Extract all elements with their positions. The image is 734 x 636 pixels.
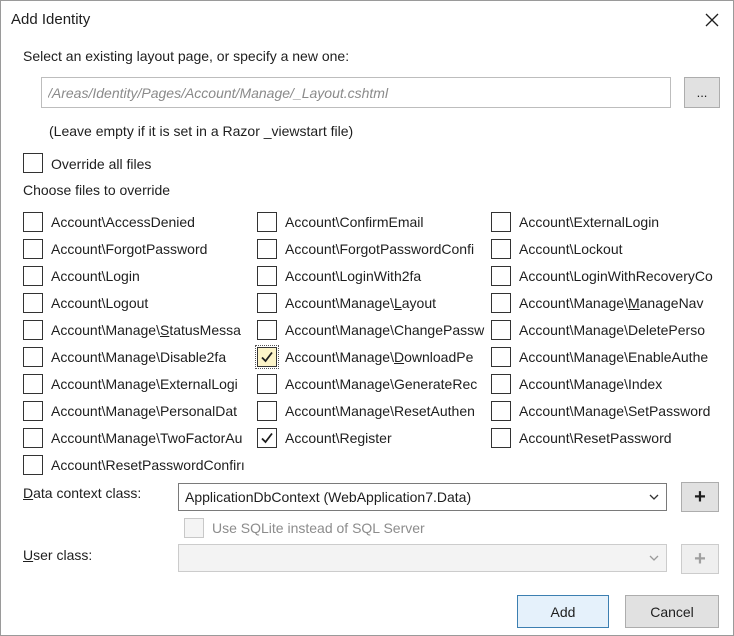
data-context-value: ApplicationDbContext (WebApplication7.Da… — [185, 489, 472, 505]
file-checkbox[interactable] — [491, 374, 511, 394]
user-class-combobox[interactable] — [178, 544, 667, 572]
data-context-label-text: ata context class: — [33, 485, 142, 501]
cancel-button[interactable]: Cancel — [625, 595, 719, 628]
chevron-down-icon — [649, 494, 659, 500]
file-label[interactable]: Account\LoginWith2fa — [285, 268, 489, 284]
file-label[interactable]: Account\Manage\ResetAuthen — [285, 403, 489, 419]
layout-page-input[interactable] — [41, 77, 671, 108]
file-checkbox[interactable] — [491, 428, 511, 448]
file-checkbox[interactable] — [23, 455, 43, 475]
file-checkbox[interactable] — [491, 347, 511, 367]
checkmark-icon — [261, 432, 273, 444]
file-checkbox[interactable] — [257, 374, 277, 394]
add-data-context-button[interactable]: + — [681, 482, 719, 512]
file-label[interactable]: Account\Manage\Index — [519, 376, 719, 392]
file-label[interactable]: Account\ResetPassword — [519, 430, 719, 446]
add-button[interactable]: Add — [517, 595, 609, 628]
file-label[interactable]: Account\ExternalLogin — [519, 214, 719, 230]
file-checkbox[interactable] — [23, 374, 43, 394]
file-checkbox[interactable] — [491, 266, 511, 286]
file-checkbox[interactable] — [23, 428, 43, 448]
file-label[interactable]: Account\Manage\DownloadPe — [285, 349, 489, 365]
file-label[interactable]: Account\ForgotPassword — [51, 241, 255, 257]
file-checkbox[interactable] — [257, 320, 277, 340]
file-checkbox[interactable] — [255, 345, 279, 369]
file-label[interactable]: Account\Manage\TwoFactorAu — [51, 430, 255, 446]
file-label[interactable]: Account\Manage\PersonalDat — [51, 403, 255, 419]
file-checkbox[interactable] — [491, 293, 511, 313]
file-label[interactable]: Account\Manage\StatusMessa — [51, 322, 255, 338]
file-label[interactable]: Account\Login — [51, 268, 255, 284]
file-label[interactable]: Account\Manage\SetPassword — [519, 403, 719, 419]
file-label[interactable]: Account\Manage\ExternalLogi — [51, 376, 255, 392]
file-checkbox[interactable] — [257, 293, 277, 313]
chevron-down-icon — [649, 555, 659, 561]
layout-prompt: Select an existing layout page, or speci… — [23, 48, 350, 64]
file-checkbox[interactable] — [257, 212, 277, 232]
user-class-label-text: ser class: — [33, 547, 93, 563]
file-label[interactable]: Account\Register — [285, 430, 489, 446]
add-user-class-button[interactable]: + — [681, 544, 719, 574]
close-icon — [705, 13, 719, 27]
sqlite-checkbox[interactable] — [184, 518, 204, 538]
file-checkbox[interactable] — [491, 239, 511, 259]
file-label[interactable]: Account\LoginWithRecoveryCo — [519, 268, 719, 284]
file-checkbox[interactable] — [23, 320, 43, 340]
file-checkbox[interactable] — [257, 401, 277, 421]
checkmark-icon — [261, 351, 273, 363]
file-label[interactable]: Account\Manage\Disable2fa — [51, 349, 255, 365]
file-label[interactable]: Account\Manage\Layout — [285, 295, 489, 311]
file-checkbox[interactable] — [257, 428, 277, 448]
dialog-title: Add Identity — [11, 11, 91, 28]
file-label[interactable]: Account\ForgotPasswordConfi — [285, 241, 489, 257]
file-checkbox[interactable] — [257, 239, 277, 259]
file-label[interactable]: Account\ResetPasswordConfirı — [51, 457, 255, 473]
file-checkbox[interactable] — [23, 212, 43, 232]
file-label[interactable]: Account\Manage\EnableAuthe — [519, 349, 719, 365]
file-label[interactable]: Account\AccessDenied — [51, 214, 255, 230]
override-all-label[interactable]: Override all files — [51, 156, 151, 172]
file-checkbox[interactable] — [23, 266, 43, 286]
close-button[interactable] — [697, 5, 727, 35]
sqlite-label: Use SQLite instead of SQL Server — [212, 520, 425, 536]
override-all-checkbox[interactable] — [23, 153, 43, 173]
data-context-combobox[interactable]: ApplicationDbContext (WebApplication7.Da… — [178, 483, 667, 511]
file-label[interactable]: Account\Manage\DeletePerso — [519, 322, 719, 338]
browse-button[interactable]: ... — [684, 77, 720, 108]
title-bar: Add Identity — [1, 1, 733, 39]
files-heading: Choose files to override — [23, 182, 171, 198]
file-checkbox[interactable] — [23, 293, 43, 313]
file-label[interactable]: Account\Manage\ManageNav — [519, 295, 719, 311]
add-identity-dialog: Add Identity Select an existing layout p… — [0, 0, 734, 636]
file-checkbox[interactable] — [491, 401, 511, 421]
file-checkbox[interactable] — [491, 212, 511, 232]
user-class-label: User class: — [23, 547, 93, 563]
file-label[interactable]: Account\Lockout — [519, 241, 719, 257]
data-context-label: Data context class: — [23, 485, 142, 501]
file-label[interactable]: Account\Logout — [51, 295, 255, 311]
file-checkbox[interactable] — [491, 320, 511, 340]
file-label[interactable]: Account\Manage\GenerateRec — [285, 376, 489, 392]
file-checkbox[interactable] — [23, 401, 43, 421]
file-checkbox[interactable] — [23, 347, 43, 367]
file-label[interactable]: Account\ConfirmEmail — [285, 214, 489, 230]
file-label[interactable]: Account\Manage\ChangePassw — [285, 322, 489, 338]
file-checkbox[interactable] — [23, 239, 43, 259]
file-checkbox[interactable] — [257, 266, 277, 286]
layout-hint: (Leave empty if it is set in a Razor _vi… — [49, 123, 354, 139]
